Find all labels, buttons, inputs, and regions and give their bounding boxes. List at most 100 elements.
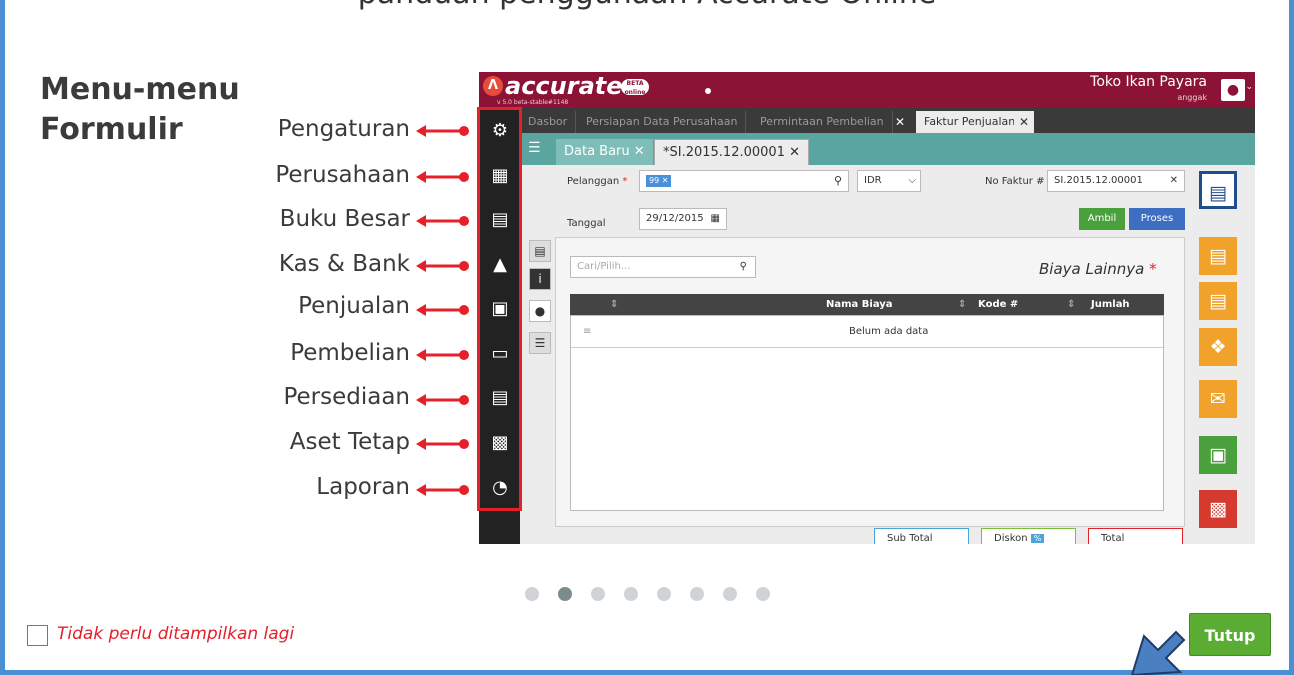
- beta-badge-sub: online: [624, 89, 646, 96]
- take-button[interactable]: Ambil: [1079, 208, 1125, 230]
- chevron-down-icon[interactable]: ⌄: [1245, 82, 1253, 92]
- menu-label-laporan: Laporan: [316, 474, 410, 500]
- pager-dot[interactable]: [723, 587, 737, 601]
- customer-label: Pelanggan *: [567, 176, 627, 187]
- pager-dot[interactable]: [690, 587, 704, 601]
- document-icon[interactable]: ▤: [1199, 237, 1237, 275]
- section-heading: Menu-menu Formulir: [40, 70, 240, 150]
- menu-label-aset-tetap: Aset Tetap: [289, 429, 410, 455]
- app-tab-bar: Dasbor Persiapan Data Perusahaan Permint…: [520, 108, 1255, 133]
- grid-header: ⇕ Nama Biaya ⇕ Kode # ⇕ Jumlah: [570, 294, 1164, 315]
- app-screenshot: Λ accurate v 5.0 beta-stable#1148 BETA on…: [479, 72, 1255, 544]
- clear-icon[interactable]: ✕: [1170, 171, 1178, 191]
- pointer-arrow-icon: [416, 304, 469, 316]
- column-kode[interactable]: Kode #: [978, 294, 1018, 315]
- pager-dot[interactable]: [756, 587, 770, 601]
- app-topbar: Λ accurate v 5.0 beta-stable#1148 BETA on…: [479, 72, 1255, 108]
- tab-faktur-penjualan[interactable]: Faktur Penjualan: [916, 111, 1025, 133]
- date-field[interactable]: 29/12/2015 ▦: [639, 208, 727, 230]
- column-jumlah[interactable]: Jumlah: [1091, 294, 1130, 315]
- company-user: anggak: [1177, 93, 1207, 102]
- invoice-no-field[interactable]: SI.2015.12.00001 ✕: [1047, 170, 1185, 192]
- grid-body: ≡ Belum ada data: [570, 315, 1164, 511]
- subtab-data-baru-label: Data Baru: [564, 144, 630, 159]
- detail-tab-icon[interactable]: ▤: [529, 240, 551, 262]
- customer-chip[interactable]: 99 ✕: [646, 175, 672, 187]
- app-logo-text: accurate: [505, 72, 623, 100]
- menu-label-kas-bank: Kas & Bank: [278, 251, 410, 277]
- dont-show-checkbox[interactable]: [27, 625, 48, 646]
- search-placeholder: Cari/Pilih...: [577, 261, 631, 272]
- invoice-no-value: SI.2015.12.00001: [1054, 175, 1143, 186]
- paperclip-icon[interactable]: ❖: [1199, 328, 1237, 366]
- document-tab-bar: ☰ Data Baru ✕ *SI.2015.12.00001 ✕: [520, 133, 1255, 165]
- mouse-cursor-icon: [1130, 630, 1186, 675]
- tab-persiapan-data[interactable]: Persiapan Data Perusahaan: [578, 111, 747, 133]
- briefcase-icon[interactable]: ▣: [1199, 436, 1237, 474]
- menu-label-penjualan: Penjualan: [298, 293, 410, 319]
- table-row: ≡ Belum ada data: [571, 316, 1163, 348]
- list-icon[interactable]: ☰: [528, 139, 546, 157]
- date-label: Tanggal: [567, 218, 606, 229]
- required-mark: *: [622, 176, 628, 187]
- pointer-arrow-icon: [416, 125, 469, 137]
- pointer-arrow-icon: [416, 349, 469, 361]
- calendar-icon[interactable]: ▦: [711, 209, 720, 229]
- heading-line-2: Formulir: [40, 112, 183, 147]
- cost-tab-icon[interactable]: ●: [529, 300, 551, 322]
- pager-dot[interactable]: [624, 587, 638, 601]
- dont-show-label[interactable]: Tidak perlu ditampilkan lagi: [57, 624, 294, 644]
- sort-icon[interactable]: ⇕: [958, 294, 966, 315]
- trash-icon[interactable]: ▩: [1199, 490, 1237, 528]
- pointer-arrow-icon: [416, 215, 469, 227]
- info-tab-icon[interactable]: i: [529, 268, 551, 290]
- menu-label-perusahaan: Perusahaan: [275, 162, 410, 188]
- mail-icon[interactable]: ✉: [1199, 380, 1237, 418]
- search-icon[interactable]: ⚲: [834, 171, 842, 191]
- close-icon[interactable]: ✕: [789, 145, 800, 160]
- heading-line-1: Menu-menu: [40, 72, 240, 107]
- subtotal-box: Sub Total: [874, 528, 969, 544]
- customer-field[interactable]: 99 ✕ ⚲: [639, 170, 849, 192]
- close-tab-icon[interactable]: ✕: [1014, 111, 1034, 133]
- dialog-title-cut: panduan penggunaan Accurate Online: [5, 0, 1289, 16]
- chevron-down-icon[interactable]: ⌵: [908, 171, 916, 191]
- percent-icon: %: [1030, 534, 1045, 543]
- discount-box[interactable]: Diskon %: [981, 528, 1076, 544]
- company-info[interactable]: Toko Ikan Payara anggak: [1090, 74, 1207, 106]
- currency-select[interactable]: IDR ⌵: [857, 170, 921, 192]
- row-handle-icon[interactable]: ≡: [583, 316, 591, 348]
- pager-dot[interactable]: [657, 587, 671, 601]
- close-icon[interactable]: ✕: [634, 144, 645, 159]
- pointer-arrow-icon: [416, 171, 469, 183]
- pager-dot[interactable]: [591, 587, 605, 601]
- sort-icon[interactable]: ⇕: [610, 294, 618, 315]
- close-tab-icon[interactable]: ✕: [890, 111, 910, 133]
- date-value: 29/12/2015: [646, 213, 704, 224]
- required-mark: *: [1149, 260, 1157, 278]
- subtab-invoice-label: *SI.2015.12.00001: [663, 145, 785, 160]
- pointer-arrow-icon: [416, 438, 469, 450]
- pointer-arrow-icon: [416, 394, 469, 406]
- subtab-invoice[interactable]: *SI.2015.12.00001 ✕: [654, 139, 810, 165]
- search-input[interactable]: Cari/Pilih... ⚲: [570, 256, 756, 278]
- customer-label-text: Pelanggan: [567, 176, 620, 187]
- user-icon[interactable]: ●: [1221, 79, 1245, 101]
- subtab-data-baru[interactable]: Data Baru ✕: [556, 139, 653, 165]
- close-button[interactable]: Tutup: [1189, 613, 1271, 656]
- process-button[interactable]: Proses: [1129, 208, 1185, 230]
- pager-dot[interactable]: [525, 587, 539, 601]
- pager-dot-active[interactable]: [558, 587, 572, 601]
- panel-title: Biaya Lainnya *: [1039, 260, 1157, 278]
- tab-permintaan-pembelian[interactable]: Permintaan Pembelian: [752, 111, 893, 133]
- list-tab-icon[interactable]: ☰: [529, 332, 551, 354]
- panel-title-text: Biaya Lainnya: [1039, 260, 1145, 278]
- column-nama-biaya[interactable]: Nama Biaya: [826, 294, 893, 315]
- save-icon[interactable]: ▤: [1199, 171, 1237, 209]
- menu-label-persediaan: Persediaan: [283, 384, 410, 410]
- tab-dasbor[interactable]: Dasbor: [520, 111, 577, 133]
- print-icon[interactable]: ▤: [1199, 282, 1237, 320]
- notification-dot-icon[interactable]: [705, 88, 711, 94]
- sort-icon[interactable]: ⇕: [1067, 294, 1075, 315]
- search-icon[interactable]: ⚲: [740, 257, 747, 277]
